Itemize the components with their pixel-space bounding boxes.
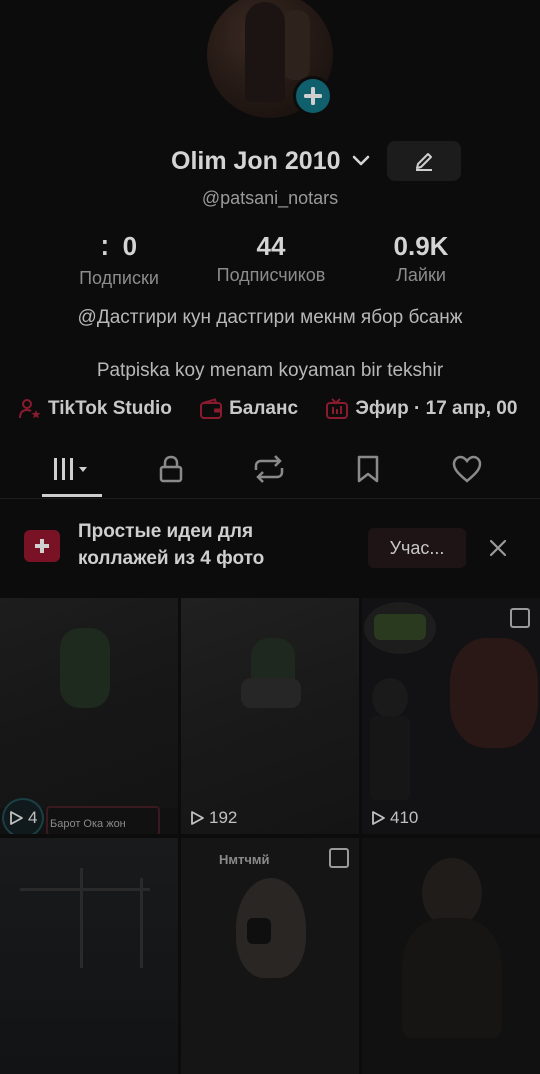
profile-name-row: Olim Jon 2010	[0, 141, 540, 181]
video-thumbnail[interactable]	[362, 838, 540, 1074]
play-icon	[191, 811, 204, 825]
stat-following[interactable]: ⁚ 0 Подписки	[39, 230, 199, 291]
stat-followers-label: Подписчиков	[216, 265, 326, 285]
bio-line-2: Patpiska koy menam koyaman bir tekshir	[96, 360, 444, 381]
banner-text: Простые идеи для коллажей из 4 фото	[78, 521, 265, 569]
chevron-down-icon[interactable]	[351, 151, 371, 171]
video-thumbnail[interactable]: 410	[362, 598, 540, 834]
stat-likes-value: 0.9K	[393, 231, 449, 261]
play-icon	[372, 811, 385, 825]
stat-following-value: ⁚ 0	[100, 231, 138, 261]
balance-link[interactable]: Баланс	[199, 398, 298, 420]
profile-links-row: TikTok Studio Баланс Эфир · 17 апр, 00	[18, 398, 539, 424]
tab-private[interactable]	[131, 446, 211, 492]
collage-banner[interactable]: Простые идеи для коллажей из 4 фото Учас…	[0, 516, 540, 578]
multi-photo-icon	[329, 848, 349, 868]
stat-followers[interactable]: 44 Подписчиков	[191, 230, 351, 288]
bookmark-icon	[357, 455, 379, 483]
pencil-icon	[416, 153, 432, 171]
collage-plus-icon	[24, 530, 60, 562]
add-story-button[interactable]	[293, 76, 333, 116]
tab-liked[interactable]	[427, 446, 507, 492]
banner-join-button[interactable]: Учас...	[368, 528, 466, 568]
bio-line-1: @Дастгири кун дастгири мекнм ябор бсанж	[77, 307, 463, 328]
person-star-icon	[19, 399, 41, 419]
avatar-photo-detail	[282, 10, 310, 80]
tiktok-studio-link[interactable]: TikTok Studio	[18, 398, 172, 420]
live-link[interactable]: Эфир · 17 апр, 00	[325, 398, 517, 420]
profile-tabs	[0, 446, 540, 498]
video-caption: Нмтчмй	[219, 852, 270, 867]
video-caption: Барот Ока жон	[50, 818, 126, 830]
video-thumbnail[interactable]: Нмтчмй	[181, 838, 359, 1074]
display-name[interactable]: Olim Jon 2010	[171, 147, 341, 176]
play-icon	[10, 811, 23, 825]
edit-profile-button[interactable]	[387, 141, 461, 181]
lock-icon	[159, 455, 183, 483]
plus-icon	[304, 87, 322, 105]
tiktok-studio-label: TikTok Studio	[48, 398, 172, 419]
avatar-photo-person	[245, 2, 285, 102]
video-thumbnail[interactable]	[0, 838, 178, 1074]
stat-following-label: Подписки	[79, 268, 159, 288]
tab-reposts[interactable]	[229, 446, 309, 492]
view-count: 4	[8, 808, 37, 828]
active-tab-indicator	[42, 494, 102, 497]
tab-favorites[interactable]	[328, 446, 408, 492]
repost-icon	[254, 455, 284, 483]
tabs-divider	[0, 498, 540, 499]
heart-icon	[452, 455, 482, 483]
username: @patsani_notars	[201, 188, 339, 208]
view-count: 192	[189, 808, 237, 828]
balance-label: Баланс	[229, 398, 299, 419]
close-icon[interactable]	[486, 536, 510, 560]
video-thumbnail[interactable]: 192	[181, 598, 359, 834]
live-tv-icon	[326, 398, 349, 419]
grid-icon	[54, 458, 87, 480]
wallet-icon	[200, 398, 223, 419]
view-count: 410	[370, 808, 418, 828]
stat-followers-value: 44	[256, 231, 286, 261]
stat-likes-label: Лайки	[396, 265, 446, 285]
tab-videos[interactable]	[32, 446, 112, 492]
stat-likes[interactable]: 0.9K Лайки	[341, 230, 501, 288]
live-label: Эфир · 17 апр, 00	[355, 398, 518, 419]
multi-photo-icon	[510, 608, 530, 628]
video-thumbnail[interactable]: 4 Барот Ока жон	[0, 598, 178, 834]
